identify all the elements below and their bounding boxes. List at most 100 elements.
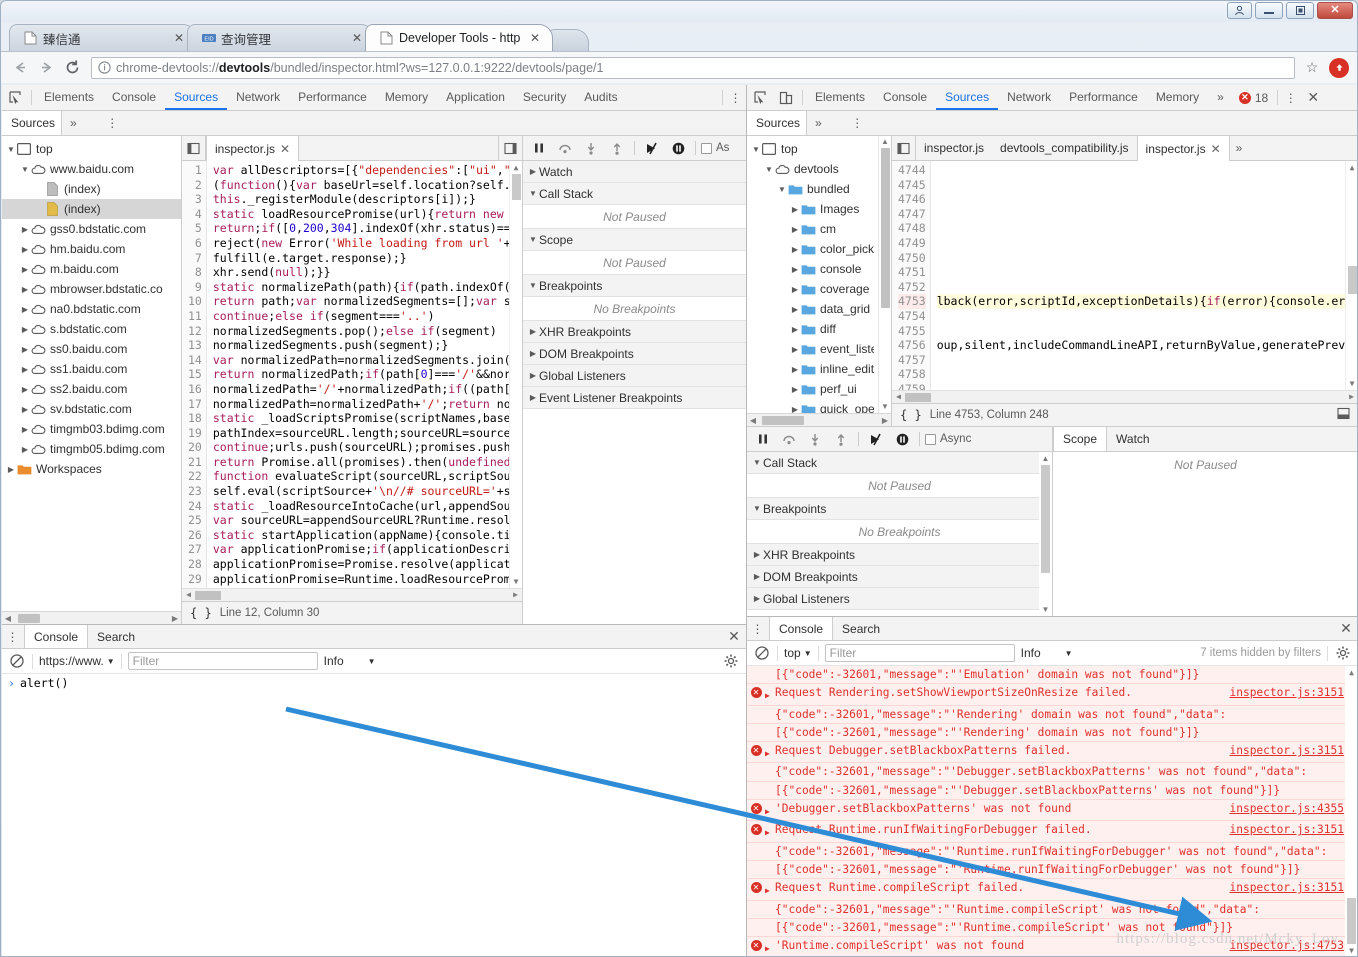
tree-twisty-icon[interactable]: ▶ (790, 245, 800, 254)
dock-to-bottom-icon[interactable] (1337, 407, 1350, 423)
console-messages-right[interactable]: [{"code":-32601,"message":"'Emulation' d… (747, 666, 1357, 956)
tree-twisty-icon[interactable]: ▶ (20, 265, 30, 274)
pause-on-exceptions-icon[interactable] (666, 138, 690, 158)
tree-twisty-icon[interactable]: ▼ (6, 145, 16, 154)
editor-hscrollbar-left[interactable]: ◀ ▶ (182, 588, 522, 601)
drawer-menu-button[interactable]: ⋮ (2, 625, 24, 648)
tree-twisty-icon[interactable]: ▼ (20, 165, 30, 174)
code-line[interactable]: continue;else if(segment==='..') (213, 309, 522, 324)
resume-icon[interactable] (751, 429, 775, 449)
drawer-tab-console[interactable]: Console (24, 625, 89, 648)
tree-item[interactable]: ▼ devtools (747, 159, 878, 179)
tree-item[interactable]: ▼ top (2, 139, 181, 159)
section-twisty-icon[interactable]: ▼ (527, 235, 539, 244)
line-number[interactable]: 5 (188, 221, 202, 236)
show-debugger-icon[interactable] (498, 136, 522, 160)
devtools-menu-button[interactable]: ⋮ (726, 85, 746, 110)
debugger-section-header[interactable]: ▶ DOM Breakpoints (747, 566, 1052, 588)
forward-icon[interactable] (33, 55, 59, 81)
inspect-cursor-icon[interactable] (2, 85, 28, 110)
debugger-section-header[interactable]: ▼ Breakpoints (747, 498, 1052, 520)
console-prompt-left[interactable]: › alert() (2, 674, 746, 694)
tree-item[interactable]: ▶ Images (747, 199, 878, 219)
tree-item[interactable]: ▶ timgmb03.bdimg.com (2, 419, 181, 439)
line-number[interactable]: 4754 (898, 309, 926, 324)
file-tree-left[interactable]: ▼ top ▼ www.baidu.com (index) (index) ▶ gss0.bd… (2, 136, 181, 611)
tree-twisty-icon[interactable]: ▶ (20, 285, 30, 294)
code-line[interactable]: normalizedSegments.pop();else if(segment… (213, 324, 522, 339)
tree-item[interactable]: ▶ mbrowser.bdstatic.co (2, 279, 181, 299)
scroll-left-arrow-icon[interactable]: ◀ (182, 588, 195, 601)
step-over-icon[interactable] (777, 429, 801, 449)
tree-twisty-icon[interactable]: ▶ (790, 285, 800, 294)
console-filter-input[interactable]: Filter (824, 644, 1015, 662)
async-checkbox[interactable] (701, 142, 712, 154)
line-number[interactable]: 4749 (898, 236, 926, 251)
drawer-menu-button[interactable]: ⋮ (747, 617, 769, 640)
line-number[interactable]: 9 (188, 280, 202, 295)
line-number[interactable]: 7 (188, 251, 202, 266)
tree-twisty-icon[interactable]: ▼ (777, 185, 787, 194)
code-line[interactable] (937, 324, 1357, 339)
console-error-message[interactable]: ✕ ▶ Request Runtime.runIfWaitingForDebugge… (747, 821, 1357, 843)
scroll-up-arrow-icon[interactable]: ▲ (881, 136, 889, 148)
drawer-tab-search[interactable]: Search (833, 617, 889, 640)
tree-hscrollbar-right[interactable]: ◀ ▶ (747, 413, 891, 426)
line-number[interactable]: 28 (188, 557, 202, 572)
scroll-left-arrow-icon[interactable]: ◀ (892, 390, 905, 403)
tree-twisty-icon[interactable]: ▶ (20, 445, 30, 454)
line-number[interactable]: 16 (188, 382, 202, 397)
tab-console[interactable]: Console (874, 85, 936, 110)
code-line[interactable]: fulfill(e.target.response);} (213, 251, 522, 266)
tree-item[interactable]: ▶ coverage (747, 279, 878, 299)
code-line[interactable]: return path;var normalizedSegments=[];va… (213, 294, 522, 309)
tab-network[interactable]: Network (227, 85, 289, 110)
code-line[interactable]: static _loadScriptsPromise(scriptNames,b… (213, 411, 522, 426)
console-error-message[interactable]: ✕ ▶ Request Runtime.compileScript failed. i… (747, 879, 1357, 901)
tree-item[interactable]: ▶ gss0.bdstatic.com (2, 219, 181, 239)
pretty-print-icon[interactable]: { } (190, 606, 212, 620)
devtools-close-icon[interactable]: ✕ (1301, 85, 1325, 110)
code-line[interactable]: return Promise.all(promises).then(undefi… (213, 455, 522, 470)
editor-vscrollbar-right[interactable]: ▲ ▼ (1345, 161, 1357, 390)
line-number[interactable]: 4755 (898, 324, 926, 339)
tree-item[interactable]: ▶ perf_ui (747, 379, 878, 399)
tree-twisty-icon[interactable]: ▶ (20, 405, 30, 414)
tree-item[interactable]: ▶ hm.baidu.com (2, 239, 181, 259)
line-number[interactable]: 4758 (898, 367, 926, 382)
tree-item[interactable]: ▶ cm (747, 219, 878, 239)
debugger-vscrollbar-right[interactable]: ▲ ▼ (1039, 452, 1052, 616)
code-line[interactable]: applicationPromise=Runtime.loadResourceP… (213, 572, 522, 587)
code-line[interactable] (937, 221, 1357, 236)
tree-item[interactable]: ▶ ss0.baidu.com (2, 339, 181, 359)
tab-console[interactable]: Console (103, 85, 165, 110)
console-error-message[interactable]: ✕ ▶ 'Runtime.compileScript' was not found i… (747, 937, 1357, 956)
line-number[interactable]: 29 (188, 572, 202, 587)
tree-twisty-icon[interactable]: ▼ (751, 145, 761, 154)
tab-performance[interactable]: Performance (1060, 85, 1147, 110)
scrollbar-thumb[interactable] (1347, 898, 1356, 944)
tab-audits[interactable]: Audits (575, 85, 626, 110)
code-line[interactable]: return;if([0,200,304].indexOf(xhr.status… (213, 221, 522, 236)
tree-item[interactable]: ▶ timgmb05.bdimg.com (2, 439, 181, 459)
tree-item[interactable]: ▶ inline_editor (747, 359, 878, 379)
code-line[interactable]: self.eval(scriptSource+'\n//# sourceURL=… (213, 484, 522, 499)
tree-twisty-icon[interactable]: ▶ (20, 325, 30, 334)
tree-item[interactable]: ▶ ss1.baidu.com (2, 359, 181, 379)
tree-item[interactable]: ▶ console (747, 259, 878, 279)
line-number[interactable]: 4745 (898, 178, 926, 193)
debugger-section-header[interactable]: ▼ Call Stack (523, 183, 746, 205)
section-twisty-icon[interactable]: ▼ (751, 504, 763, 513)
section-twisty-icon[interactable]: ▶ (751, 594, 763, 603)
section-twisty-icon[interactable]: ▶ (527, 349, 539, 358)
tree-twisty-icon[interactable]: ▶ (20, 225, 30, 234)
line-number[interactable]: 4753 (898, 294, 926, 309)
step-into-icon[interactable] (803, 429, 827, 449)
scroll-up-arrow-icon[interactable]: ▲ (1349, 666, 1354, 679)
line-number[interactable]: 4757 (898, 353, 926, 368)
line-number[interactable]: 25 (188, 513, 202, 528)
device-toolbar-icon[interactable] (773, 85, 799, 110)
line-number[interactable]: 6 (188, 236, 202, 251)
scrollbar-thumb[interactable] (762, 415, 804, 425)
tab-close-button[interactable]: ✕ (350, 32, 364, 44)
